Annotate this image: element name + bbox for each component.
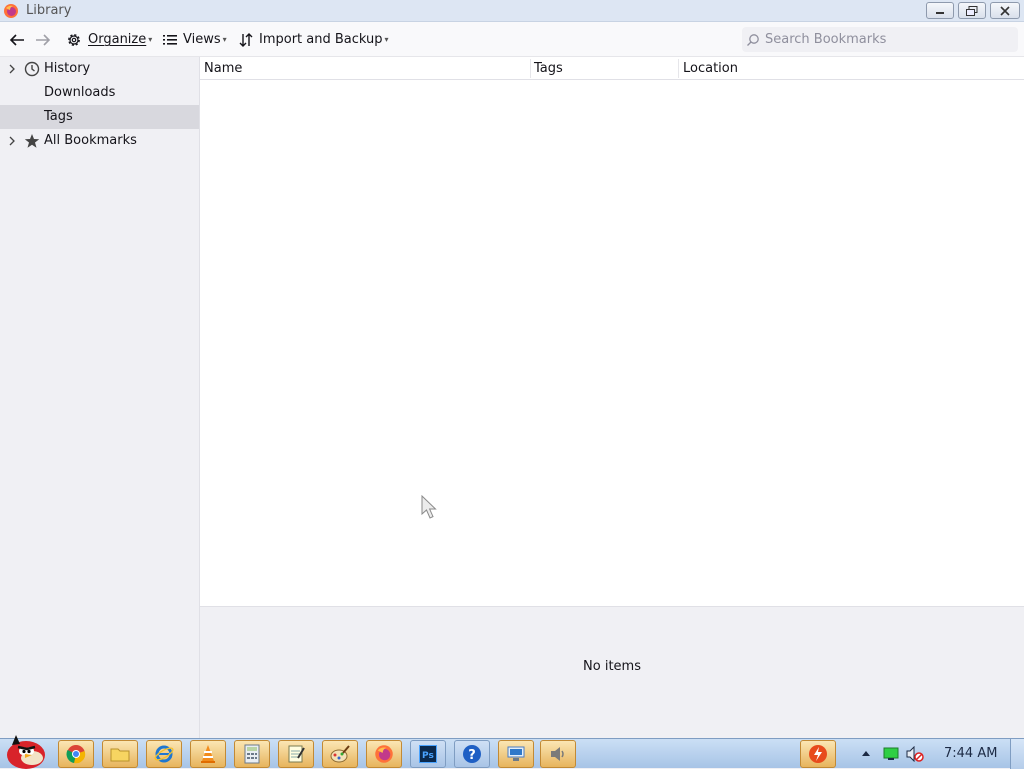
chevron-up-icon[interactable] <box>861 749 871 757</box>
import-backup-menu-button[interactable]: Import and Backup ▾ <box>239 22 389 57</box>
search-icon <box>747 33 759 46</box>
maximize-button[interactable] <box>958 2 986 19</box>
sidebar-item-history[interactable]: History <box>0 57 199 81</box>
speaker-icon <box>551 747 564 761</box>
folder-icon <box>110 748 130 762</box>
list-icon <box>163 34 177 45</box>
chevron-right-icon[interactable] <box>7 63 17 75</box>
window-title: Library <box>26 3 72 18</box>
sidebar-item-tags[interactable]: Tags <box>0 105 199 129</box>
no-items-message: No items <box>583 659 641 674</box>
firefox-icon <box>4 4 18 18</box>
library-sidebar: History Downloads Tags All Bookmarks <box>0 57 200 738</box>
mouse-cursor-icon <box>421 495 437 519</box>
taskbar-firefox-button[interactable] <box>366 740 402 768</box>
show-desktop-button[interactable] <box>1010 739 1024 769</box>
arrow-right-icon <box>36 33 51 46</box>
lightning-icon <box>809 745 827 763</box>
taskbar-volume-button[interactable] <box>540 740 576 768</box>
taskbar-ie-button[interactable] <box>146 740 182 768</box>
title-bar: Library <box>0 0 1024 22</box>
column-header-name[interactable]: Name <box>204 61 242 76</box>
svg-text:?: ? <box>468 748 476 763</box>
import-export-icon <box>239 32 253 47</box>
taskbar-photoshop-button[interactable]: Ps <box>410 740 446 768</box>
taskbar-help-button[interactable]: ? <box>454 740 490 768</box>
minimize-icon <box>936 11 944 14</box>
calculator-icon <box>244 744 260 764</box>
taskbar-network-button[interactable] <box>498 740 534 768</box>
import-backup-label: Import and Backup <box>259 32 383 47</box>
organize-menu-button[interactable]: Organize ▾ <box>66 22 152 57</box>
taskbar-paint-button[interactable] <box>322 740 358 768</box>
sidebar-item-label: All Bookmarks <box>44 133 137 148</box>
taskbar-flash-button[interactable] <box>800 740 836 768</box>
toolbar: Organize ▾ Views ▾ Import and Backup ▾ <box>0 22 1024 57</box>
back-button[interactable] <box>8 22 26 57</box>
chevron-down-icon: ▾ <box>222 35 227 44</box>
column-divider[interactable] <box>678 59 679 78</box>
network-status-icon[interactable] <box>883 747 899 761</box>
search-box[interactable] <box>742 27 1018 52</box>
sidebar-item-label: Tags <box>44 109 73 124</box>
photoshop-icon: Ps <box>419 745 437 763</box>
help-icon: ? <box>463 745 481 763</box>
sidebar-item-label: Downloads <box>44 85 116 100</box>
internet-explorer-icon <box>154 745 174 763</box>
chevron-right-icon[interactable] <box>7 135 17 147</box>
taskbar: Ps ? 7:44 AM <box>0 735 1024 769</box>
vlc-icon <box>201 745 215 763</box>
chevron-down-icon: ▾ <box>148 35 153 44</box>
volume-muted-icon[interactable] <box>905 746 925 762</box>
organize-label: Organize <box>88 32 147 47</box>
chrome-icon <box>66 745 86 764</box>
svg-text:Ps: Ps <box>422 751 434 761</box>
column-header-location[interactable]: Location <box>683 61 738 76</box>
column-divider[interactable] <box>530 59 531 78</box>
forward-button[interactable] <box>34 22 52 57</box>
star-icon <box>24 134 40 148</box>
sidebar-item-label: History <box>44 61 91 76</box>
taskbar-folder-button[interactable] <box>102 740 138 768</box>
restore-icon <box>966 5 978 16</box>
sidebar-item-downloads[interactable]: Downloads <box>0 81 199 105</box>
arrow-left-icon <box>9 33 24 46</box>
taskbar-clock[interactable]: 7:44 AM <box>944 746 997 761</box>
details-pane: No items <box>200 606 1024 738</box>
minimize-button[interactable] <box>926 2 954 19</box>
bookmarks-table[interactable]: Name Tags Location <box>200 57 1024 606</box>
taskbar-vlc-button[interactable] <box>190 740 226 768</box>
column-header-tags[interactable]: Tags <box>534 61 563 76</box>
search-bookmarks-input[interactable] <box>765 32 1005 47</box>
paint-icon <box>330 745 350 763</box>
angry-bird-start-icon[interactable] <box>2 731 50 769</box>
network-icon <box>507 746 525 761</box>
taskbar-notepad-button[interactable] <box>278 740 314 768</box>
close-icon <box>1000 5 1010 16</box>
taskbar-chrome-button[interactable] <box>58 740 94 768</box>
views-label: Views <box>183 32 221 47</box>
table-header: Name Tags Location <box>200 57 1024 80</box>
taskbar-calculator-button[interactable] <box>234 740 270 768</box>
library-window: Library Organize ▾ Views ▾ Import and Ba… <box>0 0 1024 738</box>
chevron-down-icon: ▾ <box>384 35 389 44</box>
gear-icon <box>68 33 80 46</box>
views-menu-button[interactable]: Views ▾ <box>163 22 227 57</box>
clock-icon <box>24 61 40 77</box>
firefox-icon <box>375 745 393 763</box>
notepad-icon <box>288 745 305 763</box>
sidebar-item-all-bookmarks[interactable]: All Bookmarks <box>0 129 199 153</box>
close-button[interactable] <box>990 2 1020 19</box>
